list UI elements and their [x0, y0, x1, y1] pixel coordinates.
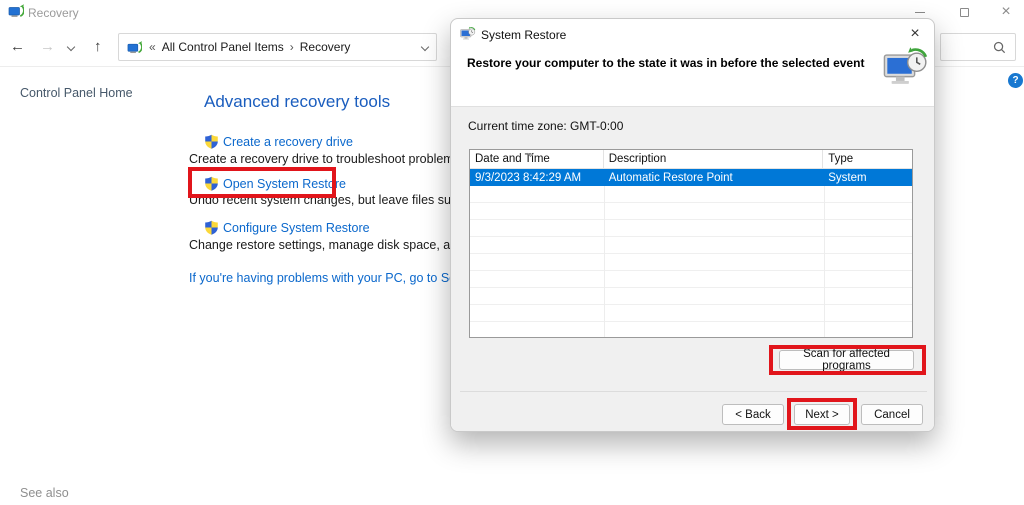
system-restore-dialog: System Restore × Restore your computer t…	[450, 18, 935, 432]
search-box[interactable]	[940, 33, 1016, 61]
link-create-recovery-drive[interactable]: Create a recovery drive	[223, 135, 353, 149]
table-row-empty[interactable]	[470, 254, 912, 271]
table-row-selected[interactable]: 9/3/2023 8:42:29 AM Automatic Restore Po…	[470, 169, 912, 186]
breadcrumb-all-control-panel-items[interactable]: All Control Panel Items	[162, 40, 284, 54]
close-button[interactable]: ×	[991, 1, 1021, 23]
back-button-dialog[interactable]: < Back	[722, 404, 784, 425]
search-input[interactable]	[941, 40, 992, 54]
uac-shield-icon	[204, 220, 219, 235]
sidebar-item-control-panel-home[interactable]: Control Panel Home	[20, 86, 133, 100]
cell-date-time: 9/3/2023 8:42:29 AM	[470, 172, 604, 184]
table-row-empty[interactable]	[470, 288, 912, 305]
close-icon: ×	[910, 25, 919, 43]
system-restore-title-icon	[460, 26, 476, 42]
column-header-description[interactable]: Description	[604, 150, 824, 168]
recent-pages-chevron-icon[interactable]	[67, 43, 75, 51]
annotation-box-scan-button	[769, 345, 926, 375]
window-title: Recovery	[28, 6, 79, 20]
up-button[interactable]: ↑	[94, 39, 102, 54]
cell-type: System	[823, 172, 912, 184]
minimize-icon	[915, 12, 925, 13]
forward-button[interactable]: →	[40, 39, 55, 54]
recovery-app-icon	[8, 3, 24, 19]
table-row-empty[interactable]	[470, 203, 912, 220]
column-divider	[824, 169, 825, 337]
table-row-empty[interactable]	[470, 237, 912, 254]
table-row-empty[interactable]	[470, 186, 912, 203]
table-row-empty[interactable]	[470, 271, 912, 288]
page-title: Advanced recovery tools	[204, 92, 390, 112]
search-icon	[992, 40, 1007, 55]
see-also-label: See also	[20, 486, 69, 500]
table-row-empty[interactable]	[470, 220, 912, 237]
help-icon: ?	[1012, 75, 1018, 86]
system-restore-icon	[883, 45, 929, 91]
back-button[interactable]: ←	[10, 39, 25, 54]
dialog-header-text: Restore your computer to the state it wa…	[467, 56, 864, 70]
uac-shield-icon	[204, 134, 219, 149]
table-row-empty[interactable]	[470, 305, 912, 322]
table-header-row: Date and Time Description Type	[470, 150, 912, 169]
maximize-icon	[960, 8, 969, 17]
help-button[interactable]: ?	[1008, 73, 1023, 88]
breadcrumb-separator-icon: ›	[290, 40, 294, 54]
restore-points-empty	[470, 186, 912, 338]
annotation-box-open-system-restore	[188, 167, 336, 198]
breadcrumb-recovery[interactable]: Recovery	[300, 40, 351, 54]
dialog-close-button[interactable]: ×	[902, 23, 928, 45]
column-header-type[interactable]: Type	[823, 150, 912, 168]
link-configure-system-restore[interactable]: Configure System Restore	[223, 221, 370, 235]
cell-description: Automatic Restore Point	[604, 172, 824, 184]
column-header-date-time[interactable]: Date and Time	[470, 150, 604, 168]
table-row-empty[interactable]	[470, 322, 912, 338]
address-dropdown-chevron-icon[interactable]	[421, 43, 429, 51]
address-bar[interactable]: « All Control Panel Items › Recovery	[118, 33, 437, 61]
screen: Recovery × ← → ↑ « All Control Panel Ite…	[0, 0, 1024, 505]
cancel-button[interactable]: Cancel	[861, 404, 923, 425]
footer-divider	[460, 391, 927, 392]
column-divider	[604, 169, 605, 337]
close-icon: ×	[1001, 3, 1010, 21]
restore-points-table: Date and Time Description Type 9/3/2023 …	[469, 149, 913, 338]
address-recovery-icon	[127, 40, 142, 55]
link-pc-problems-settings[interactable]: If you're having problems with your PC, …	[189, 271, 473, 285]
timezone-label: Current time zone: GMT-0:00	[468, 119, 623, 133]
annotation-box-next-button	[787, 398, 857, 430]
desc-create-recovery-drive: Create a recovery drive to troubleshoot …	[189, 152, 472, 166]
desc-configure-system-restore: Change restore settings, manage disk spa…	[189, 238, 485, 252]
breadcrumb-overflow-icon[interactable]: «	[149, 40, 156, 54]
maximize-button[interactable]	[949, 1, 979, 23]
dialog-title: System Restore	[481, 28, 566, 42]
